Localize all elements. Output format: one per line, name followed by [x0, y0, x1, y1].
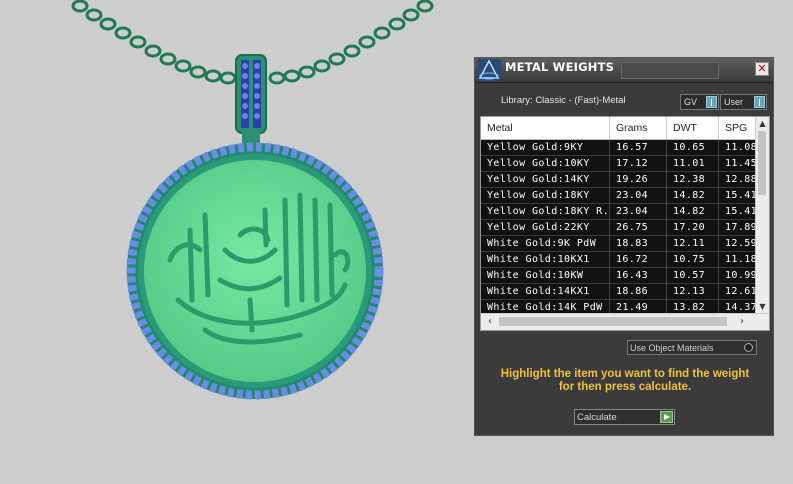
scroll-left-icon[interactable]: ‹ [483, 314, 497, 330]
cell-grams: 18.83 [610, 236, 667, 252]
cell-spg: 15.41 [719, 204, 757, 220]
cell-grams: 16.57 [610, 140, 667, 156]
table-body: Yellow Gold:9KY 16.57 10.65 11.08 Yellow… [481, 140, 757, 316]
column-header-dwt[interactable]: DWT [667, 117, 719, 139]
cell-grams: 17.12 [610, 156, 667, 172]
use-object-materials-toggle[interactable]: Use Object Materials [627, 340, 757, 355]
cell-spg: 15.41 [719, 188, 757, 204]
cell-dwt: 14.82 [667, 188, 719, 204]
gv-toggle-knob-icon [706, 96, 717, 108]
cell-metal: Yellow Gold:14KY [481, 172, 610, 188]
cell-metal: Yellow Gold:10KY [481, 156, 610, 172]
horizontal-scrollbar[interactable]: ‹ › [481, 313, 769, 330]
panel-title: METAL WEIGHTS [505, 60, 615, 74]
table-row[interactable]: White Gold:10KW 16.43 10.57 10.99 [481, 268, 757, 284]
cell-grams: 16.43 [610, 268, 667, 284]
scroll-up-icon[interactable]: ▲ [756, 118, 769, 130]
cell-metal: White Gold:9K PdW [481, 236, 610, 252]
cell-spg: 10.99 [719, 268, 757, 284]
table-row[interactable]: Yellow Gold:14KY 19.26 12.38 12.88 [481, 172, 757, 188]
table-row[interactable]: Yellow Gold:18KY R... 23.04 14.82 15.41 [481, 204, 757, 220]
pyramid-logo-icon [477, 59, 501, 81]
cell-grams: 19.26 [610, 172, 667, 188]
cell-metal: White Gold:14KX1 [481, 284, 610, 300]
cell-dwt: 12.38 [667, 172, 719, 188]
user-toggle-label: User [724, 97, 744, 107]
cell-grams: 23.04 [610, 188, 667, 204]
cell-dwt: 12.11 [667, 236, 719, 252]
cell-metal: White Gold:10KX1 [481, 252, 610, 268]
cell-spg: 17.89 [719, 220, 757, 236]
cell-dwt: 14.82 [667, 204, 719, 220]
cell-grams: 23.04 [610, 204, 667, 220]
cell-dwt: 12.13 [667, 284, 719, 300]
table-row[interactable]: Yellow Gold:9KY 16.57 10.65 11.08 [481, 140, 757, 156]
instruction-line-1: Highlight the item you want to find the … [500, 368, 750, 380]
use-object-materials-label: Use Object Materials [630, 343, 714, 353]
user-toggle[interactable]: User [720, 94, 767, 110]
column-header-spg[interactable]: SPG [719, 117, 757, 139]
table-row[interactable]: White Gold:14KX1 18.86 12.13 12.61 [481, 284, 757, 300]
table-row[interactable]: Yellow Gold:18KY 23.04 14.82 15.41 [481, 188, 757, 204]
vertical-scroll-thumb[interactable] [758, 131, 766, 195]
cell-spg: 12.61 [719, 284, 757, 300]
panel-titlebar[interactable]: METAL WEIGHTS ✕ [475, 58, 773, 83]
titlebar-spacer [621, 62, 719, 79]
column-header-grams[interactable]: Grams [610, 117, 667, 139]
cell-spg: 11.18 [719, 252, 757, 268]
cell-spg: 11.08 [719, 140, 757, 156]
table-header: Metal Grams DWT SPG [481, 117, 757, 140]
calculate-label: Calculate [577, 412, 617, 423]
cell-dwt: 17.20 [667, 220, 719, 236]
metal-table[interactable]: Metal Grams DWT SPG Yellow Gold:9KY 16.5… [480, 116, 770, 331]
cell-metal: Yellow Gold:22KY [481, 220, 610, 236]
scroll-right-icon[interactable]: › [735, 314, 749, 330]
cell-grams: 26.75 [610, 220, 667, 236]
instruction-line-2: for then press calculate. [558, 381, 692, 393]
cell-dwt: 10.65 [667, 140, 719, 156]
horizontal-scroll-thumb[interactable] [499, 317, 727, 326]
cell-dwt: 10.57 [667, 268, 719, 284]
library-label: Library: Classic - (Fast)-Metal [501, 95, 626, 106]
scroll-down-icon[interactable]: ▼ [756, 301, 769, 313]
play-icon [660, 411, 673, 423]
cell-metal: Yellow Gold:9KY [481, 140, 610, 156]
table-row[interactable]: Yellow Gold:10KY 17.12 11.01 11.45 [481, 156, 757, 172]
user-toggle-knob-icon [754, 96, 765, 108]
cell-metal: Yellow Gold:18KY R... [481, 204, 610, 220]
cell-dwt: 11.01 [667, 156, 719, 172]
metal-weights-panel: METAL WEIGHTS ✕ Library: Classic - (Fast… [474, 57, 774, 436]
table-row[interactable]: Yellow Gold:22KY 26.75 17.20 17.89 [481, 220, 757, 236]
column-header-metal[interactable]: Metal [481, 117, 610, 139]
table-row[interactable]: White Gold:10KX1 16.72 10.75 11.18 [481, 252, 757, 268]
cell-metal: Yellow Gold:18KY [481, 188, 610, 204]
calculate-button[interactable]: Calculate [574, 409, 675, 425]
gv-toggle-label: GV [684, 97, 698, 107]
table-row[interactable]: White Gold:9K PdW 18.83 12.11 12.59 [481, 236, 757, 252]
gv-toggle[interactable]: GV [680, 94, 719, 110]
vertical-scrollbar[interactable]: ▲ ▼ [755, 117, 769, 314]
cell-spg: 12.59 [719, 236, 757, 252]
cell-grams: 16.72 [610, 252, 667, 268]
bail [235, 54, 267, 146]
instruction-text: Highlight the item you want to find the … [487, 368, 763, 394]
cell-dwt: 10.75 [667, 252, 719, 268]
cell-spg: 11.45 [719, 156, 757, 172]
cell-metal: White Gold:10KW [481, 268, 610, 284]
radio-icon[interactable] [744, 343, 753, 352]
cell-spg: 12.88 [719, 172, 757, 188]
close-button[interactable]: ✕ [755, 62, 769, 76]
cell-grams: 18.86 [610, 284, 667, 300]
